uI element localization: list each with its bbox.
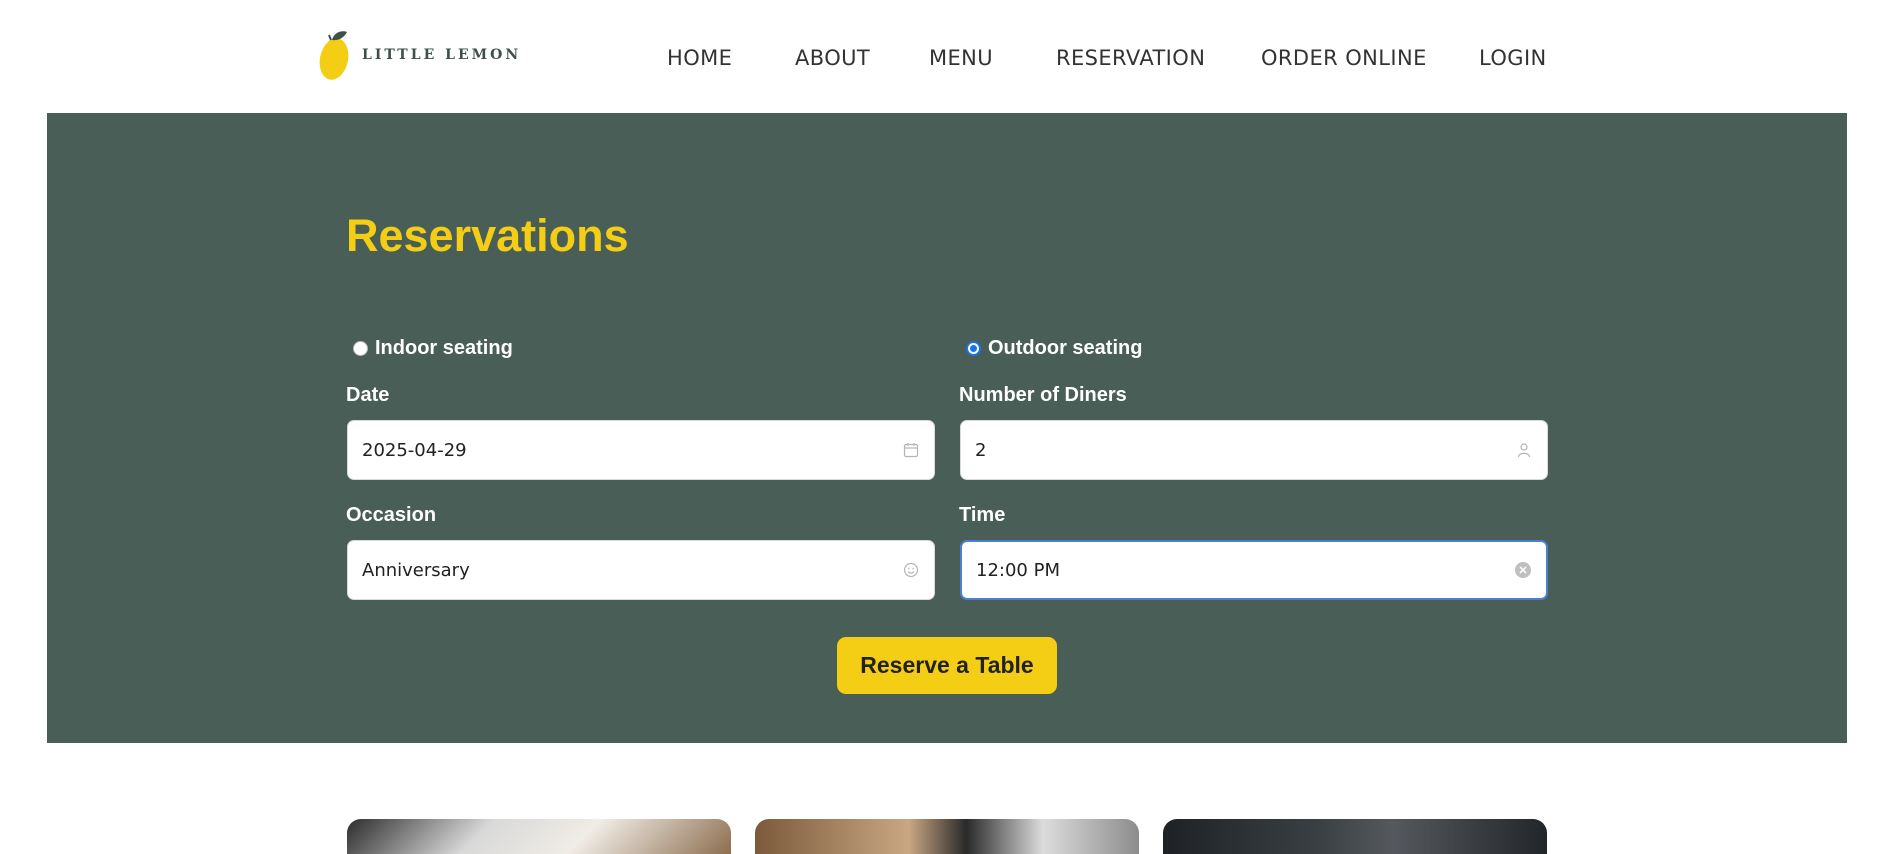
time-field[interactable]: 12:00 PM [960, 540, 1548, 600]
time-value: 12:00 PM [976, 559, 1060, 581]
calendar-icon[interactable] [902, 441, 920, 459]
diners-label: Number of Diners [959, 384, 1127, 406]
user-icon [1515, 441, 1533, 459]
indoor-seating-label: Indoor seating [375, 337, 513, 359]
occasion-value: Anniversary [362, 559, 470, 581]
nav-menu[interactable]: MENU [929, 46, 993, 70]
diners-value: 2 [975, 439, 987, 461]
diners-field[interactable]: 2 [960, 420, 1548, 480]
site-header: LITTLE LEMON HOME ABOUT MENU RESERVATION… [0, 0, 1885, 113]
reserve-table-button[interactable]: Reserve a Table [837, 637, 1057, 694]
gallery-image-2 [755, 819, 1139, 854]
reservation-section: Reservations Indoor seating Outdoor seat… [47, 113, 1847, 743]
indoor-seating-option[interactable]: Indoor seating [353, 337, 513, 360]
nav-about[interactable]: ABOUT [795, 46, 870, 70]
occasion-field[interactable]: Anniversary [347, 540, 935, 600]
clear-icon[interactable] [1514, 561, 1532, 579]
main-nav: HOME ABOUT MENU RESERVATION ORDER ONLINE… [0, 46, 1885, 76]
smile-icon [902, 561, 920, 579]
nav-home[interactable]: HOME [667, 46, 732, 70]
date-label: Date [346, 384, 390, 406]
date-value: 2025-04-29 [362, 439, 467, 461]
outdoor-seating-label: Outdoor seating [988, 337, 1143, 359]
outdoor-seating-option[interactable]: Outdoor seating [966, 337, 1142, 360]
gallery-image-1 [347, 819, 731, 854]
time-label: Time [959, 504, 1006, 526]
occasion-label: Occasion [346, 504, 437, 526]
outdoor-seating-radio[interactable] [966, 341, 981, 356]
nav-login[interactable]: LOGIN [1479, 46, 1547, 70]
date-field[interactable]: 2025-04-29 [347, 420, 935, 480]
indoor-seating-radio[interactable] [353, 341, 368, 356]
nav-order-online[interactable]: ORDER ONLINE [1261, 46, 1427, 70]
page-title: Reservations [346, 210, 629, 261]
gallery-image-3 [1163, 819, 1547, 854]
nav-reservation[interactable]: RESERVATION [1056, 46, 1205, 70]
